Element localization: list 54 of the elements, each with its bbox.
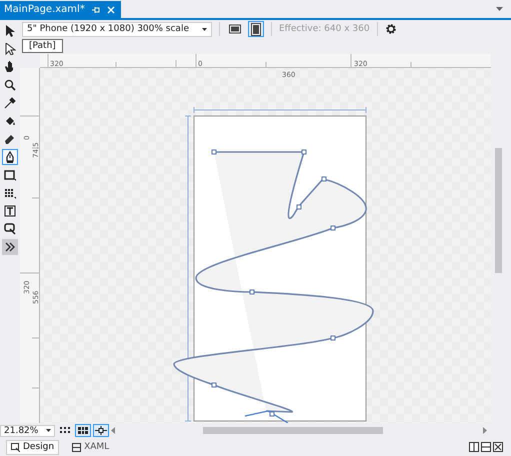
scroll-right-icon[interactable] [483,427,487,434]
anchor-point[interactable] [270,412,274,416]
rectangle-icon [4,169,16,181]
hand-icon [4,61,16,73]
speech-bubble-icon [4,223,16,235]
points-toggle[interactable] [93,424,109,437]
anchor-point[interactable] [330,226,336,230]
handle-line [244,410,288,423]
dropdown-arrow-icon[interactable] [496,7,503,11]
view-tab[interactable]: XAML [67,440,114,454]
anchor-point[interactable] [250,290,254,294]
chevron-icon [4,241,16,253]
split-pane-icon [72,442,82,452]
anchor-point[interactable] [212,382,216,388]
zoom-dropdown[interactable]: 21.82% [0,424,55,436]
anchor-point[interactable] [302,150,306,154]
text-icon [4,205,16,217]
close-icon[interactable] [106,6,115,14]
zoom-tool[interactable] [2,77,18,93]
dropdown-arrow-icon [46,429,51,432]
pen-icon [4,151,16,163]
dot-grid-icon [4,187,16,199]
search-icon [4,79,16,91]
eraser-icon [4,133,16,145]
anchor-point[interactable] [322,176,326,182]
scroll-left-icon[interactable] [111,427,115,434]
portrait-button[interactable] [248,21,264,37]
breadcrumb-label[interactable]: [Path] [22,39,63,53]
anchor-point[interactable] [296,204,302,210]
more-tool[interactable] [2,239,18,255]
snap-grid-icon [77,426,89,435]
effective-size-label: Effective: 640 x 360 [279,24,370,34]
dropdown-arrow-icon [202,28,207,30]
device-dropdown[interactable]: 5" Phone (1920 x 1080) 300% scale [22,22,212,36]
tab-title: MainPage.xaml* [4,4,85,15]
dropper-tool[interactable] [2,95,18,111]
design-icon [11,442,20,452]
crosshair-icon [95,426,107,435]
shape-tool[interactable] [2,221,18,237]
anchor-point[interactable] [212,150,216,154]
split-layout-icon[interactable] [469,442,503,452]
anchor-point[interactable] [330,336,336,340]
pin-icon[interactable] [92,6,100,14]
text-tool[interactable] [2,203,18,219]
grid-icon [59,426,71,435]
pen-tool[interactable] [2,149,18,165]
horizontal-scrollbar[interactable] [203,427,383,434]
arrow-pointer-icon [4,25,16,37]
document-tab[interactable]: MainPage.xaml* [0,1,121,18]
view-tab[interactable]: Design [6,440,60,454]
settings-icon[interactable] [384,23,397,35]
paint-bucket-icon [4,115,16,127]
hollow-pointer-icon [4,43,16,55]
snap-toggle[interactable] [75,424,91,437]
